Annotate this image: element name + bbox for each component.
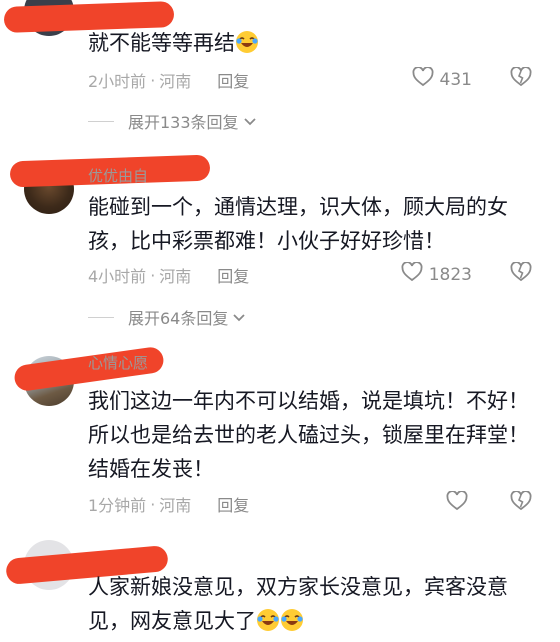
expand-replies-button[interactable]: 展开133条回复 [88,109,257,133]
expand-label: 展开133条回复 [128,113,239,132]
chevron-down-icon [239,112,257,131]
heart-icon [412,66,440,92]
divider [88,316,114,318]
broken-heart-icon[interactable] [510,261,532,286]
chevron-down-icon [228,308,246,327]
comment-location: 河南 [159,72,192,91]
reply-button[interactable]: 回复 [217,492,249,516]
comment-text: 能碰到一个，通情达理，识大体，顾大局的女孩，比中彩票都难！小伙子好好珍惜！ [88,195,508,253]
heart-icon [446,490,474,516]
like-button[interactable]: 1823 [401,261,472,287]
laugh-cry-emoji [280,608,304,642]
reply-button[interactable]: 回复 [217,263,249,287]
broken-heart-icon[interactable] [510,66,532,91]
like-button[interactable] [446,490,474,516]
comment-location: 河南 [159,267,192,286]
comment-meta: 2小时前 · 河南 回复 [88,68,249,92]
comment-text: 就不能等等再结 [88,26,534,64]
comment-text: 我们这边一年内不可以结婚，说是填坑！不好！所以也是给去世的老人磕过头，锁屋里在拜… [88,389,529,481]
expand-replies-button[interactable]: 展开64条回复 [88,305,246,329]
like-count: 1823 [428,264,472,285]
expand-label: 展开64条回复 [128,309,229,328]
reply-button[interactable]: 回复 [217,68,249,92]
laugh-cry-emoji [235,30,259,64]
comment-text: 人家新娘没意见，双方家长没意见，宾客没意见，网友意见大了 [88,570,534,642]
comment-meta: 1分钟前 · 河南 回复 [88,492,249,516]
comment-time: 1分钟前 [88,496,147,515]
comment-location: 河南 [159,496,192,515]
comment-time: 4小时前 [88,267,147,286]
laugh-cry-emoji [256,608,280,642]
comment-time: 2小时前 [88,72,147,91]
like-button[interactable]: 431 [412,66,472,92]
comment-username[interactable]: 优优由自 [88,165,148,186]
broken-heart-icon[interactable] [510,490,532,515]
comment-username[interactable]: 心情心愿 [88,352,148,373]
comment-meta: 4小时前 · 河南 回复 [88,263,249,287]
like-count: 431 [439,69,472,90]
divider [88,120,114,122]
heart-icon [401,261,429,287]
